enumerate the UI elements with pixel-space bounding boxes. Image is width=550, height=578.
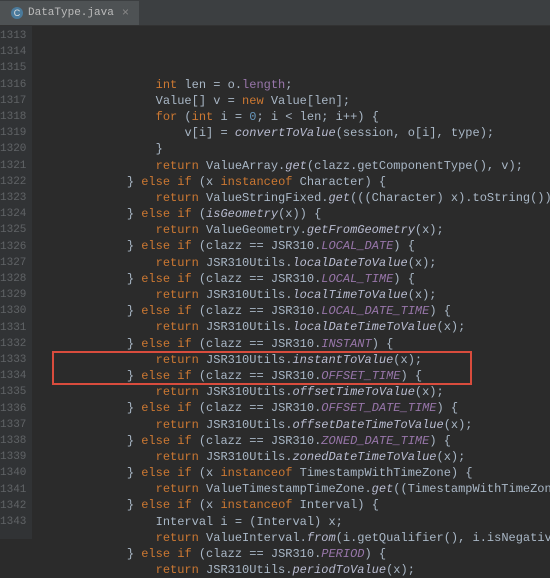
line-number: 1326 — [0, 239, 26, 255]
code-line[interactable]: return JSR310Utils.offsetDateTimeToValue… — [40, 417, 550, 433]
code-line[interactable]: return JSR310Utils.zonedDateTimeToValue(… — [40, 449, 550, 465]
line-number: 1323 — [0, 190, 26, 206]
line-number: 1327 — [0, 255, 26, 271]
line-number: 1342 — [0, 498, 26, 514]
code-line[interactable]: return JSR310Utils.localDateToValue(x); — [40, 255, 550, 271]
editor: 1313131413151316131713181319132013211322… — [0, 26, 550, 539]
line-number: 1316 — [0, 77, 26, 93]
code-line[interactable]: } else if (clazz == JSR310.LOCAL_TIME) { — [40, 271, 550, 287]
line-gutter: 1313131413151316131713181319132013211322… — [0, 26, 32, 539]
line-number: 1321 — [0, 158, 26, 174]
svg-text:C: C — [14, 8, 21, 18]
code-line[interactable]: for (int i = 0; i < len; i++) { — [40, 109, 550, 125]
code-line[interactable]: return JSR310Utils.localDateTimeToValue(… — [40, 319, 550, 335]
code-line[interactable]: } else if (clazz == JSR310.OFFSET_DATE_T… — [40, 400, 550, 416]
line-number: 1335 — [0, 384, 26, 400]
line-number: 1314 — [0, 44, 26, 60]
code-line[interactable]: } else if (clazz == JSR310.ZONED_DATE_TI… — [40, 433, 550, 449]
line-number: 1329 — [0, 287, 26, 303]
line-number: 1315 — [0, 60, 26, 76]
line-number: 1331 — [0, 320, 26, 336]
line-number: 1334 — [0, 368, 26, 384]
code-line[interactable]: } else if (x instanceof Interval) { — [40, 497, 550, 513]
code-line[interactable]: } else if (x instanceof Character) { — [40, 174, 550, 190]
code-line[interactable]: return ValueTimestampTimeZone.get((Times… — [40, 481, 550, 497]
line-number: 1325 — [0, 222, 26, 238]
line-number: 1324 — [0, 206, 26, 222]
code-line[interactable]: return ValueArray.get(clazz.getComponent… — [40, 158, 550, 174]
line-number: 1318 — [0, 109, 26, 125]
code-line[interactable]: } else if (x instanceof TimestampWithTim… — [40, 465, 550, 481]
code-line[interactable]: } else if (clazz == JSR310.OFFSET_TIME) … — [40, 368, 550, 384]
code-line[interactable]: } — [40, 141, 550, 157]
code-line[interactable]: } else if (clazz == JSR310.LOCAL_DATE) { — [40, 238, 550, 254]
file-tab[interactable]: C DataType.java × — [0, 1, 139, 25]
close-icon[interactable]: × — [122, 6, 129, 20]
line-number: 1338 — [0, 433, 26, 449]
code-line[interactable]: int len = o.length; — [40, 77, 550, 93]
line-number: 1336 — [0, 401, 26, 417]
code-line[interactable]: } else if (clazz == JSR310.INSTANT) { — [40, 336, 550, 352]
line-number: 1332 — [0, 336, 26, 352]
code-line[interactable]: return JSR310Utils.localTimeToValue(x); — [40, 287, 550, 303]
code-line[interactable]: v[i] = convertToValue(session, o[i], typ… — [40, 125, 550, 141]
line-number: 1320 — [0, 141, 26, 157]
code-line[interactable]: return ValueStringFixed.get(((Character)… — [40, 190, 550, 206]
tab-bar: C DataType.java × — [0, 0, 550, 26]
line-number: 1313 — [0, 28, 26, 44]
code-line[interactable]: } else if (isGeometry(x)) { — [40, 206, 550, 222]
code-line[interactable]: return JSR310Utils.instantToValue(x); — [40, 352, 550, 368]
line-number: 1330 — [0, 303, 26, 319]
code-line[interactable]: } else if (clazz == JSR310.PERIOD) { — [40, 546, 550, 562]
line-number: 1337 — [0, 417, 26, 433]
code-line[interactable]: return JSR310Utils.offsetTimeToValue(x); — [40, 384, 550, 400]
class-icon: C — [10, 6, 24, 20]
code-line[interactable]: return ValueGeometry.getFromGeometry(x); — [40, 222, 550, 238]
line-number: 1322 — [0, 174, 26, 190]
line-number: 1319 — [0, 125, 26, 141]
line-number: 1317 — [0, 93, 26, 109]
line-number: 1340 — [0, 465, 26, 481]
code-line[interactable]: return ValueInterval.from(i.getQualifier… — [40, 530, 550, 546]
line-number: 1339 — [0, 449, 26, 465]
code-line[interactable]: Interval i = (Interval) x; — [40, 514, 550, 530]
code-line[interactable]: } else if (clazz == JSR310.LOCAL_DATE_TI… — [40, 303, 550, 319]
line-number: 1341 — [0, 482, 26, 498]
line-number: 1333 — [0, 352, 26, 368]
code-line[interactable]: Value[] v = new Value[len]; — [40, 93, 550, 109]
tab-filename: DataType.java — [28, 7, 114, 19]
code-line[interactable]: return JSR310Utils.periodToValue(x); — [40, 562, 550, 578]
line-number: 1343 — [0, 514, 26, 530]
line-number: 1328 — [0, 271, 26, 287]
code-area[interactable]: int len = o.length; Value[] v = new Valu… — [32, 26, 550, 539]
